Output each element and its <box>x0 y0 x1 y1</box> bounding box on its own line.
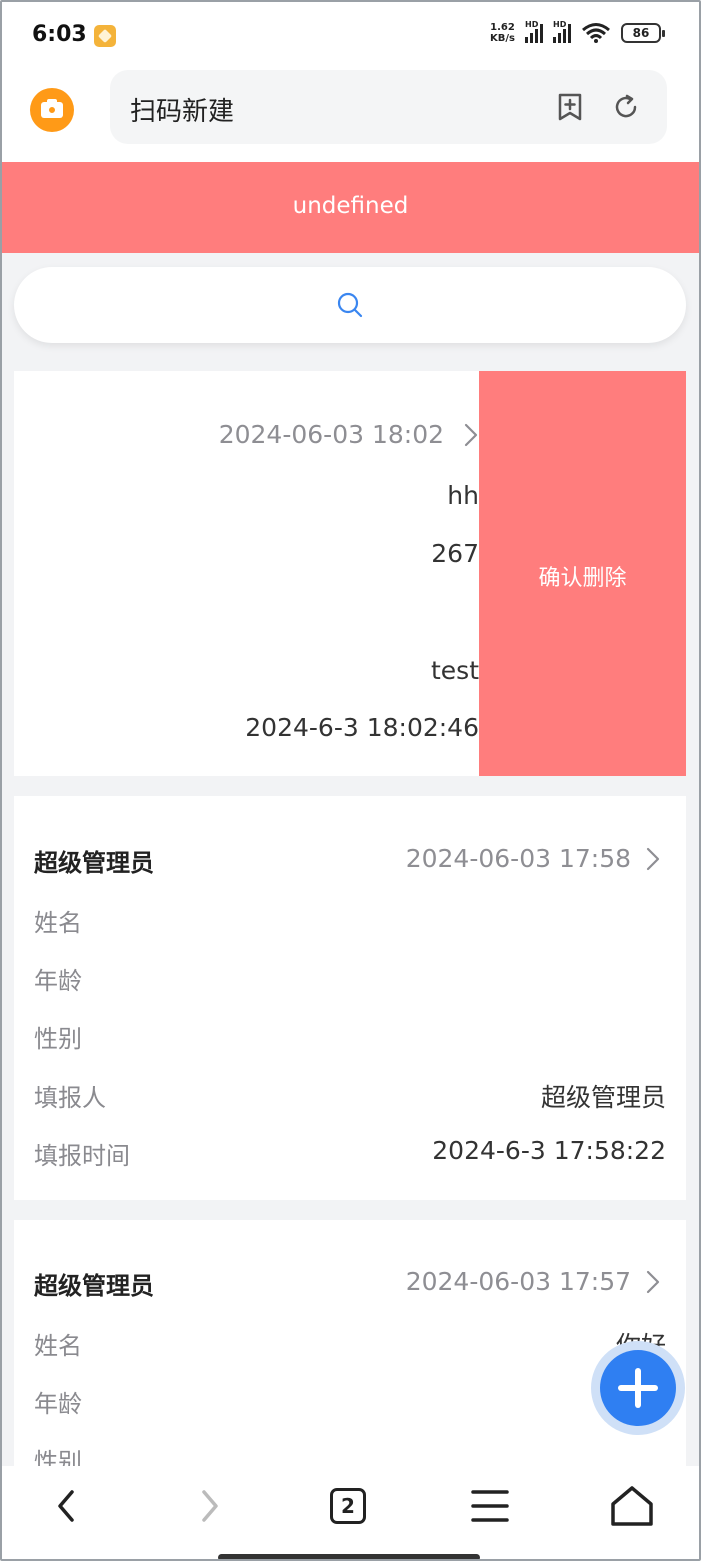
home-indicator <box>218 1554 480 1561</box>
confirm-delete-label: 确认删除 <box>538 566 627 591</box>
chevron-right-icon <box>646 847 660 871</box>
record-card[interactable]: 超级管理员 2024-06-03 17:57 姓名 你好 年龄 性别 <box>14 1220 686 1480</box>
back-icon[interactable] <box>40 1484 100 1528</box>
record-date: 2024-06-03 17:57 <box>405 1267 631 1296</box>
field-label: 姓名 <box>34 909 82 937</box>
record-date: 2024-06-03 18:02 <box>218 420 444 449</box>
field-value: hh <box>447 481 479 510</box>
home-icon[interactable] <box>602 1484 662 1528</box>
battery-icon: 86 <box>621 23 665 43</box>
page-header: undefined <box>0 162 701 253</box>
notes-app-icon <box>94 25 116 47</box>
signal-icon-2: HD <box>553 20 571 43</box>
field-label: 年龄 <box>34 967 82 995</box>
signal-bar <box>540 24 543 43</box>
field-label: 填报时间 <box>34 1142 130 1170</box>
status-bar: 6:03 1.62 KB/s HD HD 86 <box>0 0 701 70</box>
signal-bar <box>525 37 528 43</box>
page-title-text: 扫码新建 <box>130 97 235 127</box>
signal-icon: HD <box>525 20 543 43</box>
field-value: test <box>430 656 479 685</box>
network-speed-unit: KB/s <box>490 33 515 44</box>
camera-scan-button[interactable] <box>30 88 74 132</box>
record-card-content: 2024-06-03 18:02 hh 267 test 2024-6-3 18… <box>14 371 479 776</box>
record-author: 超级管理员 <box>34 849 154 877</box>
wifi-icon <box>582 23 610 43</box>
browser-toolbar: 扫码新建 <box>0 70 701 162</box>
field-value: 2024-6-3 18:02:46 <box>245 713 479 742</box>
status-time: 6:03 <box>32 22 87 47</box>
record-card[interactable]: 2024-06-03 18:02 hh 267 test 2024-6-3 18… <box>14 371 686 776</box>
refresh-icon[interactable] <box>611 92 641 122</box>
network-speed: 1.62 KB/s <box>490 22 515 44</box>
confirm-delete-button[interactable]: 确认删除 <box>479 371 686 776</box>
tabs-button[interactable]: 2 <box>330 1488 366 1524</box>
network-speed-value: 1.62 <box>490 22 515 33</box>
address-bar[interactable]: 扫码新建 <box>110 70 667 144</box>
search-bar[interactable] <box>14 267 686 343</box>
page-header-title: undefined <box>292 193 409 219</box>
add-record-button[interactable] <box>600 1350 676 1426</box>
signal-hd-label: HD <box>553 20 567 29</box>
field-value: 超级管理员 <box>540 1083 666 1112</box>
record-author: 超级管理员 <box>34 1272 154 1300</box>
menu-icon[interactable] <box>460 1484 520 1528</box>
signal-bar <box>568 24 571 43</box>
field-label: 填报人 <box>34 1084 106 1112</box>
forward-icon[interactable] <box>180 1484 240 1528</box>
chevron-right-icon <box>464 423 478 447</box>
field-label: 年龄 <box>34 1390 82 1418</box>
signal-bar <box>558 33 561 43</box>
field-label: 性别 <box>34 1025 82 1053</box>
add-bookmark-icon[interactable] <box>556 92 584 122</box>
field-value: 2024-6-3 17:58:22 <box>432 1136 666 1165</box>
camera-lens-icon <box>47 105 57 115</box>
signal-bar <box>530 33 533 43</box>
field-value: 267 <box>431 539 479 568</box>
record-date: 2024-06-03 17:58 <box>405 844 631 873</box>
field-label: 姓名 <box>34 1332 82 1360</box>
record-card[interactable]: 超级管理员 2024-06-03 17:58 姓名 年龄 性别 填报人 超级管理… <box>14 796 686 1200</box>
chevron-right-icon <box>646 1270 660 1294</box>
search-icon <box>337 292 363 318</box>
signal-bar <box>553 37 556 43</box>
signal-bar <box>535 29 538 43</box>
signal-hd-label: HD <box>525 20 539 29</box>
status-icons: 1.62 KB/s HD HD 86 <box>490 20 665 44</box>
signal-bar <box>563 29 566 43</box>
browser-bottom-nav: 2 <box>0 1466 701 1561</box>
